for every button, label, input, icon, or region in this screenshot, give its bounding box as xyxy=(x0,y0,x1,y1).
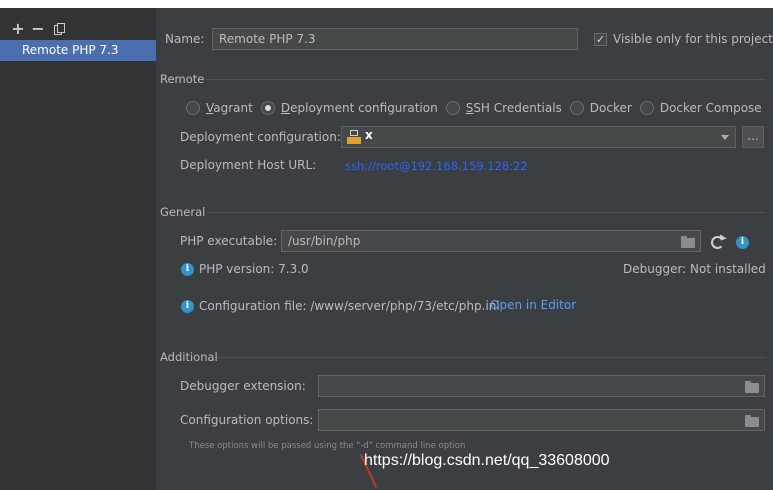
radio-ssh-credentials[interactable] xyxy=(445,101,460,115)
server-icon xyxy=(347,130,361,144)
php-executable-label: PHP executable: xyxy=(180,234,278,248)
remote-divider xyxy=(206,79,766,80)
config-options-input[interactable] xyxy=(318,409,765,431)
chevron-down-icon xyxy=(721,135,729,140)
config-file-text: Configuration file: /www/server/php/73/e… xyxy=(199,299,500,313)
php-version-text: PHP version: 7.3.0 xyxy=(199,262,309,276)
radio-docker-label: Docker xyxy=(589,101,632,115)
deployment-config-label: Deployment configuration: xyxy=(180,130,341,144)
visible-only-label: Visible only for this project xyxy=(613,32,773,46)
radio-docker[interactable] xyxy=(569,101,584,115)
remote-type-radio-group: Vagrant Deployment configuration SSH Cre… xyxy=(186,101,770,115)
remove-button[interactable]: − xyxy=(28,21,48,37)
debugger-extension-label: Debugger extension: xyxy=(180,379,306,393)
config-options-folder-icon[interactable] xyxy=(745,415,759,427)
refresh-icon[interactable] xyxy=(711,236,724,249)
radio-docker-compose[interactable] xyxy=(639,101,654,115)
config-options-hint: These options will be passed using the "… xyxy=(189,441,466,451)
top-strip xyxy=(0,0,773,8)
info-icon[interactable]: i xyxy=(736,236,749,249)
name-input[interactable]: Remote PHP 7.3 xyxy=(212,28,578,50)
debugger-extension-folder-icon[interactable] xyxy=(745,381,759,393)
name-label: Name: xyxy=(165,32,205,46)
remote-section-title: Remote xyxy=(160,72,205,86)
radio-vagrant-label: Vagrant xyxy=(206,101,253,115)
sidebar-item-remote-php[interactable]: Remote PHP 7.3 xyxy=(0,40,156,61)
radio-deployment-label: Deployment configuration xyxy=(280,101,438,115)
additional-section-title: Additional xyxy=(160,350,218,364)
general-section-title: General xyxy=(160,205,206,219)
visible-only-checkbox[interactable]: ✓ xyxy=(594,33,607,46)
deployment-config-value: x xyxy=(365,128,373,142)
debugger-status-text: Debugger: Not installed xyxy=(623,262,766,276)
radio-deployment-configuration[interactable] xyxy=(260,101,275,115)
radio-vagrant[interactable] xyxy=(186,101,200,115)
deployment-config-select[interactable]: x xyxy=(341,126,736,148)
browse-deployment-button[interactable]: ... xyxy=(742,126,764,148)
open-in-editor-link[interactable]: Open in Editor xyxy=(490,298,576,312)
configurations-sidebar: + − Remote PHP 7.3 xyxy=(0,8,156,490)
debugger-extension-input[interactable] xyxy=(318,375,765,397)
config-file-info-icon: i xyxy=(181,300,194,313)
php-version-info-icon: i xyxy=(181,263,194,276)
php-executable-input[interactable]: /usr/bin/php xyxy=(281,230,701,252)
general-divider xyxy=(206,212,766,213)
radio-docker-compose-label: Docker Compose xyxy=(659,101,762,115)
watermark-text: https://blog.csdn.net/qq_33608000 xyxy=(364,452,610,469)
sidebar-toolbar: + − xyxy=(8,20,66,38)
host-url-label: Deployment Host URL: xyxy=(180,158,317,172)
config-options-label: Configuration options: xyxy=(180,413,314,427)
additional-divider xyxy=(218,357,766,358)
add-button[interactable]: + xyxy=(8,21,28,37)
folder-icon[interactable] xyxy=(681,236,695,248)
host-url-value: ssh://root@192.168.159.128:22 xyxy=(345,159,528,173)
copy-icon[interactable] xyxy=(54,23,66,35)
settings-panel: Name: Remote PHP 7.3 ✓ Visible only for … xyxy=(156,8,773,490)
radio-ssh-label: SSH Credentials xyxy=(465,101,562,115)
